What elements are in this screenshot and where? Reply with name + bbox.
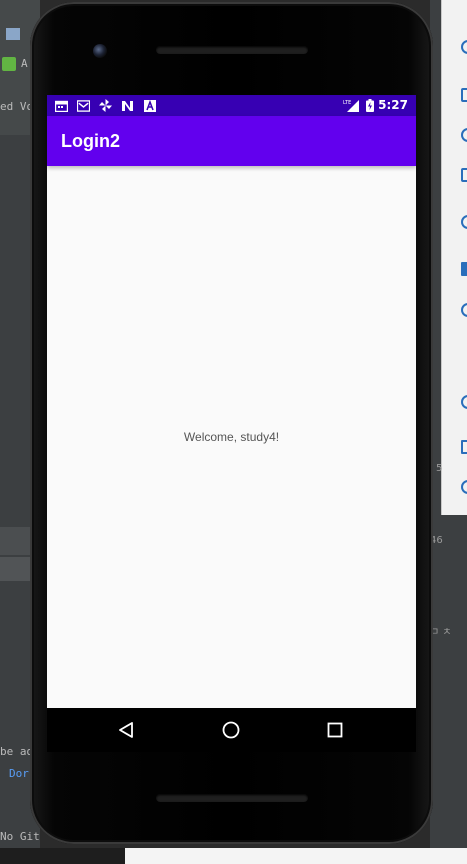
ide-status-bar-text: No Gitflo [0, 830, 40, 843]
ide-right-korean: ㅁ ㅊ [430, 627, 452, 638]
navigation-bar [47, 708, 416, 752]
earpiece-speaker [156, 46, 308, 54]
status-time: 5:27 [378, 98, 408, 112]
gmail-icon [77, 99, 90, 112]
camera-icon[interactable] [461, 262, 467, 276]
power-icon[interactable] [461, 40, 467, 54]
back-button-icon[interactable] [461, 395, 467, 409]
lte-signal-icon: LTE [343, 99, 359, 112]
more-icon[interactable] [461, 480, 467, 494]
project-icon [6, 28, 20, 40]
emulator-toolbar [441, 0, 467, 515]
recents-icon[interactable] [325, 720, 345, 740]
battery-charging-icon [365, 99, 375, 112]
front-camera [93, 44, 107, 58]
taskbar-strip [0, 848, 467, 864]
overview-icon[interactable] [461, 440, 467, 454]
rotate-left-icon[interactable] [461, 168, 467, 182]
ide-right-digit: 5 [436, 463, 443, 474]
volume-down-icon[interactable] [461, 128, 467, 142]
app-title: Login2 [61, 131, 120, 151]
svg-text:LTE: LTE [343, 100, 351, 106]
device-screen[interactable]: LTE 5:27 Login2 Welcome, study4! [47, 95, 416, 708]
zoom-icon[interactable] [461, 303, 467, 317]
calendar-icon [55, 99, 68, 112]
volume-up-icon[interactable] [461, 88, 467, 102]
bottom-speaker [156, 794, 308, 802]
module-icon [2, 57, 16, 71]
rotate-right-icon[interactable] [461, 215, 467, 229]
taskbar-dark-area [0, 848, 125, 864]
home-icon[interactable] [221, 720, 241, 740]
status-bar: LTE 5:27 [47, 95, 416, 116]
a-app-icon [143, 99, 156, 112]
welcome-message: Welcome, study4! [183, 430, 280, 444]
pinwheel-icon [99, 99, 112, 112]
back-icon[interactable] [117, 720, 137, 740]
app-bar: Login2 [47, 116, 416, 166]
n-app-icon [121, 99, 134, 112]
